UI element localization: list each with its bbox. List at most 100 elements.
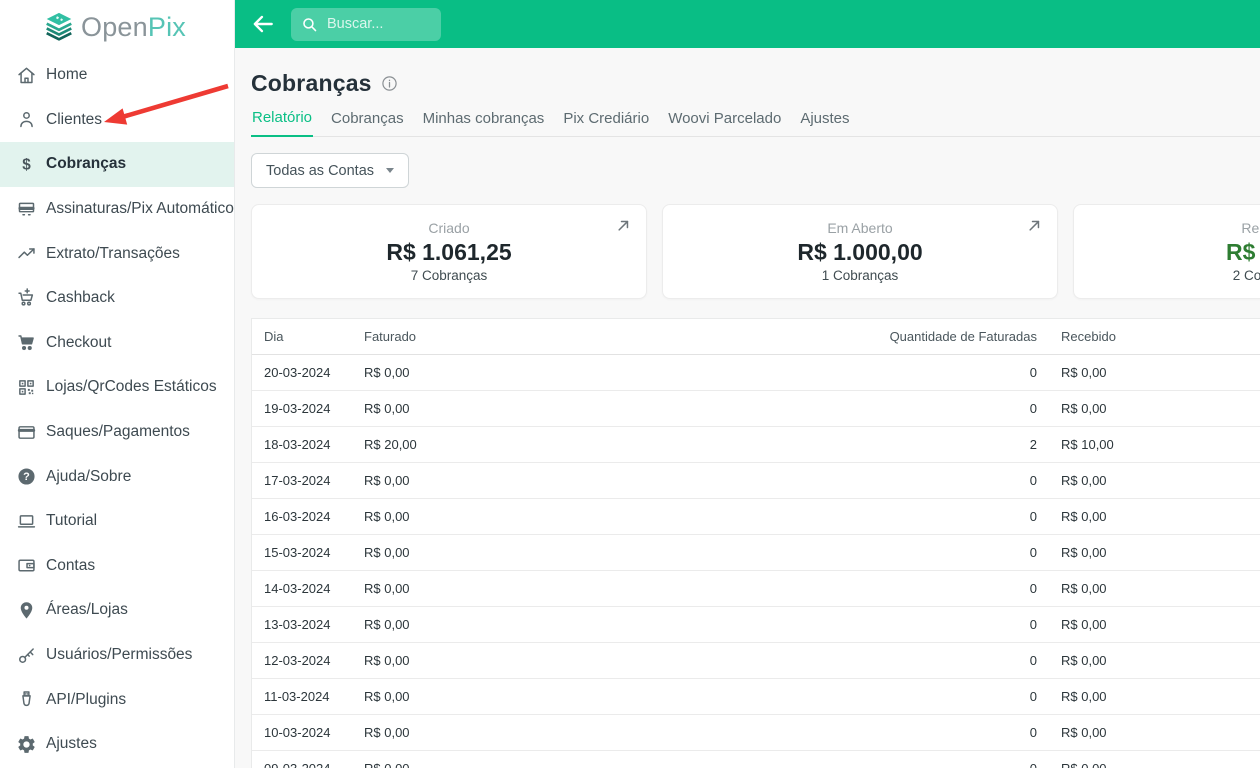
svg-text:$: $	[22, 156, 31, 173]
cell-faturado: R$ 0,00	[352, 462, 849, 498]
sidebar-item-api-plugins[interactable]: API/Plugins	[0, 677, 234, 722]
logo-text-pix: Pix	[148, 12, 186, 43]
sidebar-item-usuarios-permissoes[interactable]: Usuários/Permissões	[0, 633, 234, 678]
table-row[interactable]: 14-03-2024R$ 0,000R$ 0,00	[252, 570, 1260, 606]
sidebar-item-label: Saques/Pagamentos	[46, 423, 190, 441]
table-row[interactable]: 09-03-2024R$ 0,000R$ 0,00	[252, 750, 1260, 768]
laptop-icon	[15, 510, 37, 532]
tab-woovi-parcelado[interactable]: Woovi Parcelado	[667, 109, 782, 136]
search-input[interactable]	[327, 16, 431, 32]
sidebar-item-label: Ajustes	[46, 735, 97, 753]
sidebar-item-label: Cobranças	[46, 155, 126, 173]
key-icon	[15, 644, 37, 666]
cell-recebido: R$ 0,00	[1049, 570, 1260, 606]
map-pin-icon	[15, 599, 37, 621]
external-link-icon[interactable]	[614, 216, 633, 235]
person-icon	[15, 109, 37, 131]
sidebar-item-label: Checkout	[46, 334, 111, 352]
cell-faturado: R$ 0,00	[352, 750, 849, 768]
card-count: 7 Cobranças	[411, 268, 488, 283]
cell-dia: 11-03-2024	[252, 678, 352, 714]
sidebar-item-cashback[interactable]: Cashback	[0, 276, 234, 321]
tab-ajustes[interactable]: Ajustes	[799, 109, 850, 136]
sidebar-item-contas[interactable]: Contas	[0, 544, 234, 589]
table-row[interactable]: 16-03-2024R$ 0,000R$ 0,00	[252, 498, 1260, 534]
table-row[interactable]: 15-03-2024R$ 0,000R$ 0,00	[252, 534, 1260, 570]
cell-quantidade: 0	[849, 390, 1049, 426]
cell-quantidade: 0	[849, 642, 1049, 678]
sidebar-item-label: Clientes	[46, 111, 102, 129]
trending-up-icon	[15, 243, 37, 265]
summary-card-criado: CriadoR$ 1.061,257 Cobranças	[251, 204, 647, 299]
cell-recebido: R$ 0,00	[1049, 534, 1260, 570]
sidebar-item-assinaturas-pix-automatico[interactable]: Assinaturas/Pix Automático	[0, 187, 234, 232]
info-icon[interactable]	[381, 75, 398, 92]
sidebar-item-label: Áreas/Lojas	[46, 601, 128, 619]
column-header-quantidade-de-faturadas: Quantidade de Faturadas	[849, 319, 1049, 354]
cell-quantidade: 0	[849, 534, 1049, 570]
cell-quantidade: 0	[849, 570, 1049, 606]
cell-recebido: R$ 0,00	[1049, 606, 1260, 642]
table-row[interactable]: 12-03-2024R$ 0,000R$ 0,00	[252, 642, 1260, 678]
logo-text-open: Open	[81, 12, 148, 43]
tab-cobrancas[interactable]: Cobranças	[330, 109, 405, 136]
search-icon	[301, 16, 318, 33]
table-row[interactable]: 19-03-2024R$ 0,000R$ 0,00	[252, 390, 1260, 426]
cell-dia: 10-03-2024	[252, 714, 352, 750]
sidebar-item-areas-lojas[interactable]: Áreas/Lojas	[0, 588, 234, 633]
sidebar-item-label: Assinaturas/Pix Automático	[46, 200, 234, 218]
cell-quantidade: 0	[849, 606, 1049, 642]
external-link-icon[interactable]	[1025, 216, 1044, 235]
sidebar-item-saques-pagamentos[interactable]: Saques/Pagamentos	[0, 410, 234, 455]
table-row[interactable]: 10-03-2024R$ 0,000R$ 0,00	[252, 714, 1260, 750]
sidebar-item-lojas-qrcodes-estaticos[interactable]: Lojas/QrCodes Estáticos	[0, 365, 234, 410]
tab-relatorio[interactable]: Relatório	[251, 109, 313, 137]
cell-quantidade: 0	[849, 498, 1049, 534]
table-row[interactable]: 11-03-2024R$ 0,000R$ 0,00	[252, 678, 1260, 714]
summary-cards: CriadoR$ 1.061,257 CobrançasEm AbertoR$ …	[251, 204, 1260, 299]
cell-quantidade: 0	[849, 750, 1049, 768]
card-label: Em Aberto	[827, 220, 892, 236]
tab-pix-crediario[interactable]: Pix Crediário	[562, 109, 650, 136]
cell-faturado: R$ 0,00	[352, 570, 849, 606]
search-box[interactable]	[291, 8, 441, 41]
column-header-dia: Dia	[252, 319, 352, 354]
cell-dia: 16-03-2024	[252, 498, 352, 534]
cell-recebido: R$ 0,00	[1049, 354, 1260, 390]
back-button[interactable]	[247, 8, 279, 40]
sidebar-item-checkout[interactable]: Checkout	[0, 321, 234, 366]
sidebar-item-label: Lojas/QrCodes Estáticos	[46, 378, 217, 396]
column-header-recebido: Recebido	[1049, 319, 1260, 354]
cell-faturado: R$ 0,00	[352, 714, 849, 750]
table-row[interactable]: 20-03-2024R$ 0,000R$ 0,00	[252, 354, 1260, 390]
sidebar-item-home[interactable]: Home	[0, 53, 234, 98]
sidebar-item-cobrancas[interactable]: $ Cobranças	[0, 142, 234, 187]
tab-minhas-cobrancas[interactable]: Minhas cobranças	[422, 109, 546, 136]
sidebar-item-label: Contas	[46, 557, 95, 575]
report-table: DiaFaturadoQuantidade de FaturadasRecebi…	[251, 318, 1260, 768]
cell-dia: 17-03-2024	[252, 462, 352, 498]
card-count: 2 Cobranças	[1233, 268, 1260, 283]
tab-bar: Relatório Cobranças Minhas cobranças Pix Cr…	[251, 109, 1260, 137]
sidebar-item-extrato-transacoes[interactable]: Extrato/Transações	[0, 231, 234, 276]
cell-dia: 19-03-2024	[252, 390, 352, 426]
table-row[interactable]: 17-03-2024R$ 0,000R$ 0,00	[252, 462, 1260, 498]
table-row[interactable]: 13-03-2024R$ 0,000R$ 0,00	[252, 606, 1260, 642]
sidebar-item-label: Cashback	[46, 289, 115, 307]
accounts-filter-label: Todas as Contas	[266, 163, 374, 179]
cell-faturado: R$ 0,00	[352, 678, 849, 714]
sidebar-item-label: Usuários/Permissões	[46, 646, 192, 664]
sidebar-item-tutorial[interactable]: Tutorial	[0, 499, 234, 544]
openpix-logo[interactable]: OpenPix	[0, 0, 234, 44]
sidebar-item-ajustes[interactable]: Ajustes	[0, 722, 234, 767]
card-count: 1 Cobranças	[822, 268, 899, 283]
page-title: Cobranças	[251, 70, 372, 97]
accounts-filter-dropdown[interactable]: Todas as Contas	[251, 153, 409, 188]
cell-faturado: R$ 0,00	[352, 354, 849, 390]
filter-row: Todas as Contas	[251, 153, 1260, 188]
sidebar-item-clientes[interactable]: Clientes	[0, 98, 234, 143]
cell-recebido: R$ 0,00	[1049, 642, 1260, 678]
sidebar-item-ajuda-sobre[interactable]: ?Ajuda/Sobre	[0, 454, 234, 499]
top-header	[235, 0, 1260, 48]
table-row[interactable]: 18-03-2024R$ 20,002R$ 10,00	[252, 426, 1260, 462]
